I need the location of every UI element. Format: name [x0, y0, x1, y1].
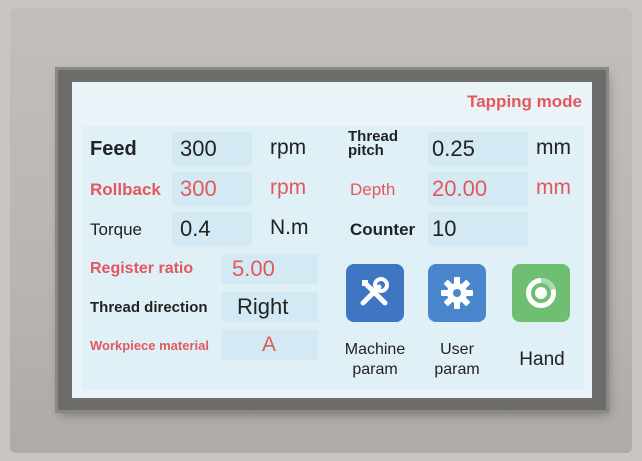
depth-value[interactable]: 20.00 — [432, 176, 487, 202]
depth-unit: mm — [536, 176, 571, 199]
machine-param-button[interactable] — [346, 264, 404, 322]
hand-mode-icon — [526, 278, 556, 308]
feed-label: Feed — [90, 138, 137, 160]
counter-value[interactable]: 10 — [432, 216, 456, 242]
rollback-unit: rpm — [270, 176, 307, 199]
workpiece-material-label: Workpiece material — [90, 338, 209, 353]
feed-unit: rpm — [270, 136, 307, 159]
user-param-button[interactable] — [428, 264, 486, 322]
thread-pitch-unit: mm — [536, 136, 571, 159]
machine-param-caption-line1: Machine — [344, 341, 406, 358]
user-param-caption-line1: User — [440, 341, 474, 358]
hand-mode-button[interactable] — [512, 264, 570, 322]
mode-title: Tapping mode — [467, 92, 582, 111]
torque-label: Torque — [90, 220, 142, 239]
user-param-caption-line2: param — [434, 361, 480, 378]
thread-direction-label: Thread direction — [90, 299, 208, 316]
hand-mode-caption[interactable]: Hand — [506, 350, 578, 370]
thread-pitch-value[interactable]: 0.25 — [432, 136, 475, 162]
torque-value[interactable]: 0.4 — [180, 216, 211, 242]
gear-icon — [441, 277, 473, 309]
thread-pitch-label-line2: pitch — [348, 142, 384, 159]
feed-value[interactable]: 300 — [180, 136, 217, 162]
register-ratio-label: Register ratio — [90, 260, 194, 277]
rollback-label: Rollback — [90, 180, 161, 199]
rollback-value[interactable]: 300 — [180, 176, 217, 202]
workpiece-material-value[interactable]: A — [262, 333, 276, 357]
tools-icon — [360, 277, 389, 306]
thread-direction-value[interactable]: Right — [237, 294, 288, 320]
counter-label: Counter — [350, 220, 416, 239]
machine-param-caption[interactable]: Machine param — [332, 340, 418, 380]
machine-param-caption-line2: param — [352, 361, 398, 378]
hmi-screen: Tapping mode Feed 300 rpm Thread pitch 0… — [72, 82, 592, 398]
torque-unit: N.m — [270, 216, 309, 239]
parameter-panel: Feed 300 rpm Thread pitch 0.25 mm Rollba… — [82, 126, 584, 390]
depth-label: Depth — [350, 180, 396, 199]
thread-pitch-label: Thread pitch — [348, 129, 398, 159]
register-ratio-value[interactable]: 5.00 — [232, 256, 275, 282]
user-param-caption[interactable]: User param — [422, 340, 492, 380]
